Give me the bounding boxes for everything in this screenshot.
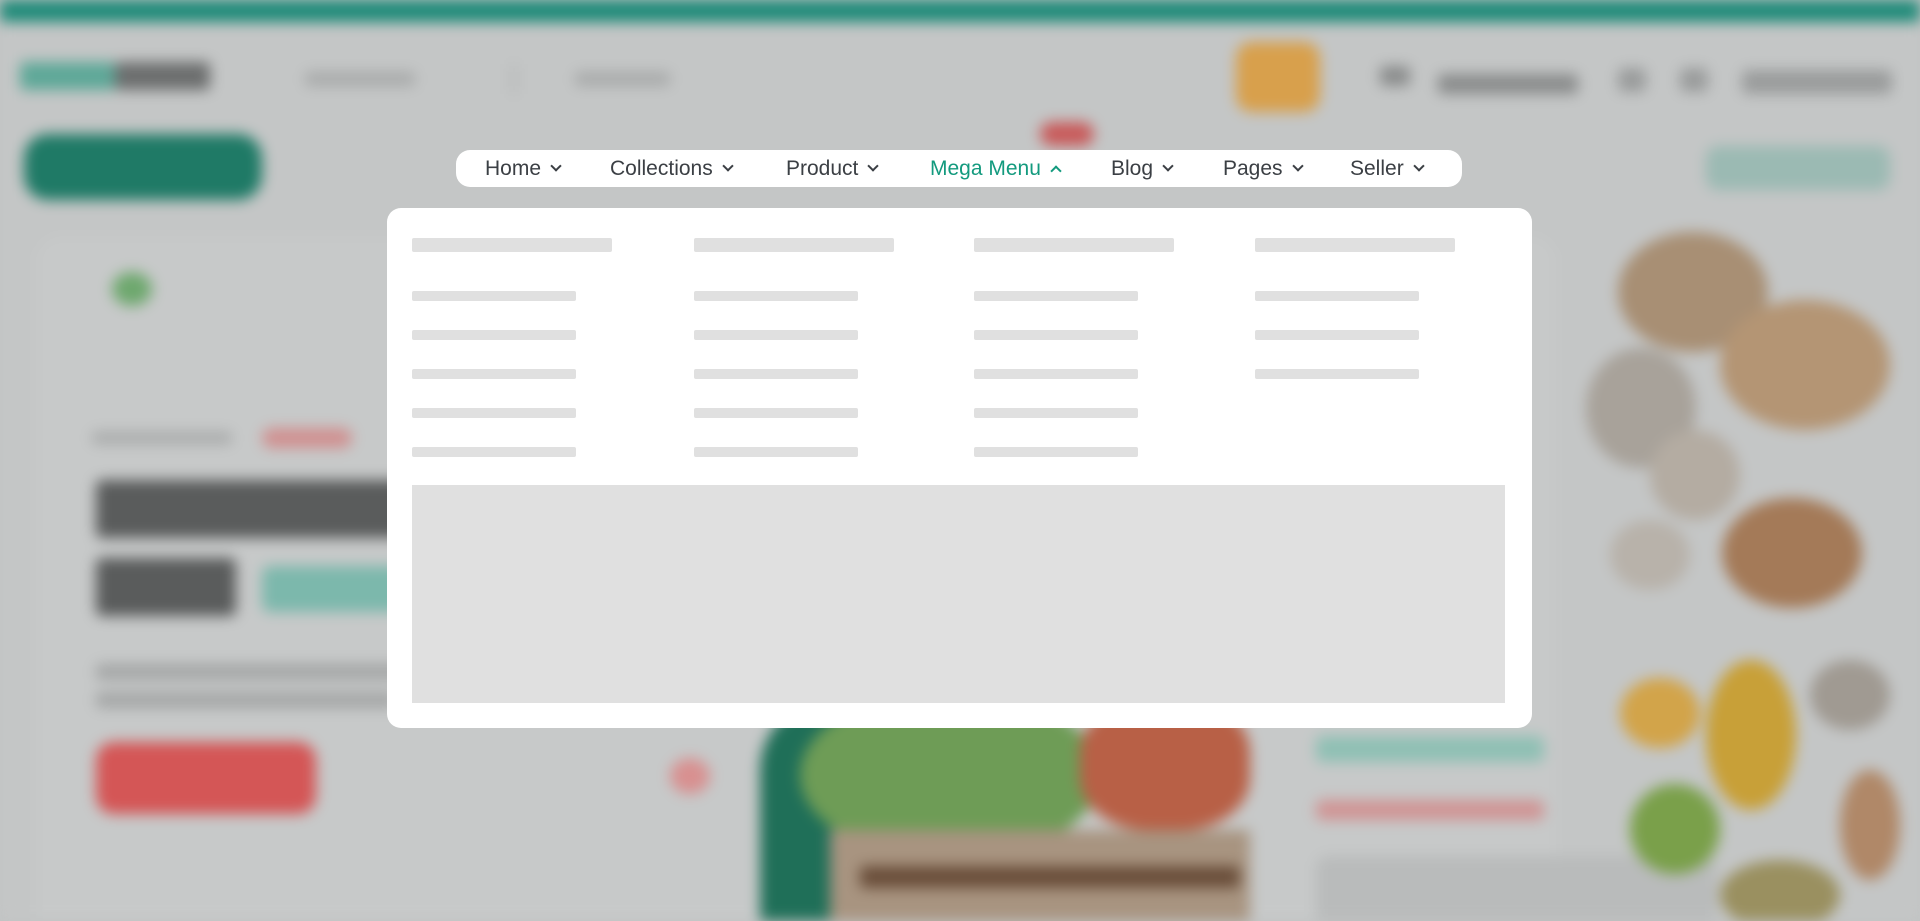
nav-item-product[interactable]: Product [786, 150, 880, 187]
hero-heading-line-1 [96, 480, 436, 538]
search-divider [512, 64, 516, 94]
hero-shop-button [96, 742, 316, 814]
browse-categories-button [24, 134, 262, 200]
nav-item-collections[interactable]: Collections [610, 150, 734, 187]
nav-item-pages[interactable]: Pages [1223, 150, 1304, 187]
site-logo [20, 62, 115, 90]
mega-link-skeleton [974, 408, 1138, 418]
mega-link-skeleton [694, 330, 858, 340]
nav-item-blog[interactable]: Blog [1111, 150, 1174, 187]
fruit-image [1810, 660, 1890, 730]
nav-item-mega-menu[interactable]: Mega Menu [930, 150, 1062, 187]
fruit-image [1630, 784, 1720, 874]
mega-link-skeleton [412, 291, 576, 301]
food-image [1610, 520, 1690, 590]
mega-link-skeleton [974, 369, 1138, 379]
mega-link-skeleton [694, 408, 858, 418]
nav-item-home[interactable]: Home [485, 150, 562, 187]
hero-description-line-2 [96, 692, 396, 708]
chevron-down-icon [1162, 159, 1174, 172]
top-announcement-bar [0, 0, 1920, 22]
main-navigation: Home Collections Product Mega Menu Blog … [456, 150, 1462, 187]
mega-column-heading-skeleton [1255, 238, 1455, 252]
mega-link-skeleton [974, 330, 1138, 340]
chevron-down-icon [722, 159, 734, 172]
fruit-image [1720, 860, 1840, 921]
hero-image-crate-label [860, 866, 1240, 888]
mega-banner-skeleton [412, 485, 1505, 703]
nav-item-label: Mega Menu [930, 156, 1041, 180]
chevron-down-icon [550, 159, 562, 172]
mega-column-heading-skeleton [694, 238, 894, 252]
promo-title [1316, 736, 1544, 762]
food-image [1722, 498, 1862, 608]
mega-link-skeleton [412, 447, 576, 457]
decorative-dot [670, 758, 710, 794]
site-logo-wordmark [115, 62, 210, 90]
chevron-down-icon [867, 159, 880, 172]
nav-item-label: Collections [610, 156, 713, 180]
hero-description-line-1 [96, 664, 416, 680]
fruit-image [1706, 660, 1796, 810]
nav-item-label: Product [786, 156, 859, 180]
hero-heading-highlight [262, 566, 402, 612]
phone-icon [1380, 66, 1410, 86]
chevron-down-icon [1291, 159, 1304, 172]
leaf-icon [112, 272, 152, 306]
mega-link-skeleton [412, 408, 576, 418]
chevron-down-icon [1413, 159, 1425, 172]
nav-item-label: Blog [1111, 156, 1154, 180]
hot-badge [1040, 122, 1094, 146]
mega-link-skeleton [1255, 330, 1419, 340]
mega-link-skeleton [1255, 369, 1419, 379]
mega-link-skeleton [412, 330, 576, 340]
user-icon [1618, 68, 1646, 92]
food-image [1650, 430, 1740, 520]
mega-link-skeleton [974, 447, 1138, 457]
mega-column-heading-skeleton [974, 238, 1174, 252]
food-image [1720, 300, 1890, 430]
wishlist-icon [1680, 68, 1708, 92]
promo-subtitle [1316, 800, 1544, 820]
nav-item-label: Pages [1223, 156, 1283, 180]
nav-item-seller[interactable]: Seller [1350, 150, 1425, 187]
search-input [575, 72, 670, 86]
hero-heading-line-2 [96, 558, 236, 616]
mega-link-skeleton [412, 369, 576, 379]
header-right-button [1706, 146, 1890, 190]
cart-icon [1742, 70, 1892, 94]
nav-item-label: Home [485, 156, 542, 180]
hero-kicker [92, 432, 232, 444]
nav-item-label: Seller [1350, 156, 1404, 180]
hero-kicker-badge [262, 428, 352, 448]
search-category-select [305, 72, 415, 86]
mega-link-skeleton [694, 447, 858, 457]
mega-link-skeleton [694, 369, 858, 379]
mega-link-skeleton [1255, 291, 1419, 301]
mega-link-skeleton [694, 291, 858, 301]
mega-menu-dropdown [387, 208, 1532, 728]
mega-column-heading-skeleton [412, 238, 612, 252]
fruit-image [1840, 770, 1900, 880]
mega-link-skeleton [974, 291, 1138, 301]
search-button [1236, 42, 1320, 112]
support-phone [1438, 74, 1578, 94]
chevron-up-icon [1050, 164, 1062, 177]
fruit-image [1620, 678, 1700, 748]
